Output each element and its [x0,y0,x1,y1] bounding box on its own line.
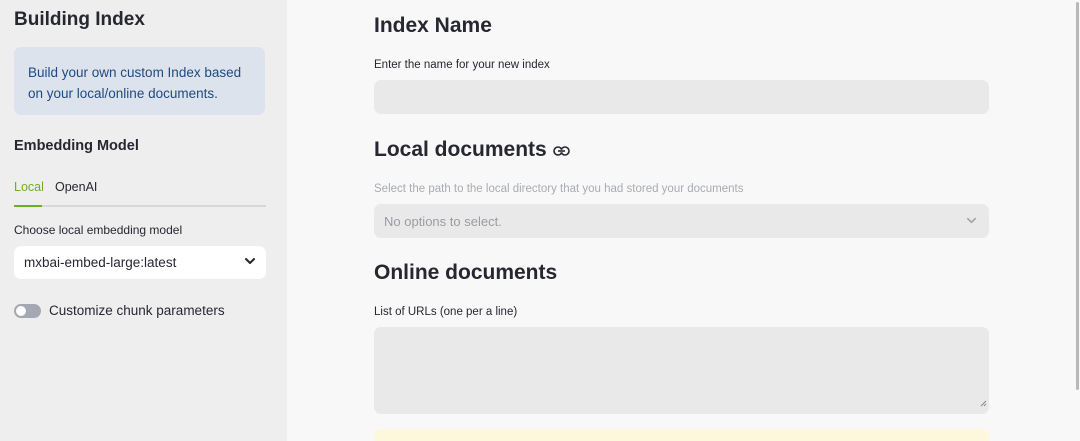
online-documents-heading-text: Online documents [374,261,558,284]
chunk-params-label: Customize chunk parameters [49,303,225,318]
urls-label: List of URLs (one per a line) [374,306,518,318]
local-documents-label: Select the path to the local directory t… [374,183,744,195]
tab-local[interactable]: Local [14,180,44,194]
embedding-tabs: Local OpenAI [14,180,266,207]
info-box: Build your own custom Index based on you… [14,47,265,115]
local-documents-heading-text: Local documents [374,138,547,161]
tab-openai[interactable]: OpenAI [55,180,97,194]
sidebar-title: Building Index [14,9,145,30]
embedding-model-heading: Embedding Model [14,138,139,154]
toggle-knob [16,305,26,316]
info-text: Build your own custom Index based on you… [28,65,242,101]
sidebar: Building Index Build your own custom Ind… [0,0,287,441]
resize-handle-icon[interactable] [980,394,987,412]
chevron-down-icon [966,214,977,229]
local-directory-placeholder: No options to select. [384,213,502,229]
chunk-params-toggle[interactable] [14,303,41,318]
scrollbar[interactable] [1076,2,1079,390]
embedding-model-select[interactable]: mxbai-embed-large:latest [14,246,266,279]
main-content: Index Name Enter the name for your new i… [287,0,1080,441]
index-name-heading-text: Index Name [374,14,492,37]
model-select-label: Choose local embedding model [14,223,183,237]
index-name-heading: Index Name [374,14,492,38]
warning-box [374,429,989,441]
active-tab-indicator [14,205,42,207]
index-name-input[interactable] [374,80,989,114]
chevron-down-icon [244,255,256,270]
local-documents-heading: Local documents [374,138,570,162]
index-name-label: Enter the name for your new index [374,59,550,71]
local-directory-select[interactable]: No options to select. [374,204,989,238]
online-documents-heading: Online documents [374,261,557,285]
chunk-params-toggle-row[interactable]: Customize chunk parameters [14,303,225,318]
link-icon[interactable] [552,138,570,162]
embedding-model-value: mxbai-embed-large:latest [24,255,177,270]
urls-textarea[interactable] [374,327,989,414]
